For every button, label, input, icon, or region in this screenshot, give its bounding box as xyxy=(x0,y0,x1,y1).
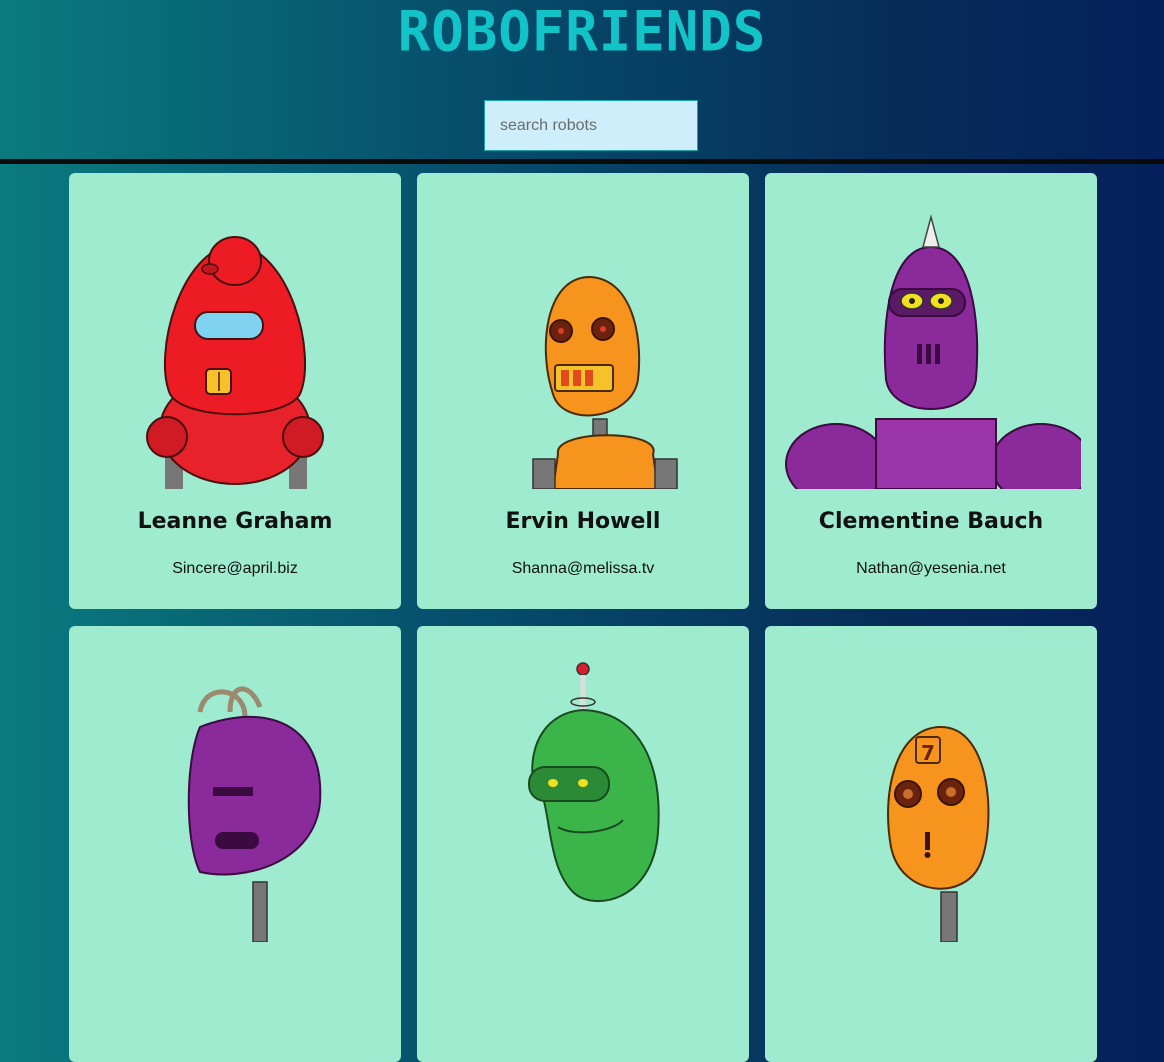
robot-card[interactable]: 7 xyxy=(765,626,1097,1062)
purple-feather-robot-avatar xyxy=(85,642,385,942)
robot-card[interactable]: Clementine Bauch Nathan@yesenia.net xyxy=(765,173,1097,609)
robot-card[interactable]: Leanne Graham Sincere@april.biz xyxy=(69,173,401,609)
robot-name: Leanne Graham xyxy=(137,509,333,534)
robot-email: Nathan@yesenia.net xyxy=(856,560,1006,577)
app-header: ROBOFRIENDS xyxy=(0,0,1164,160)
robot-card[interactable]: Ervin Howell Shanna@melissa.tv xyxy=(417,173,749,609)
orange-robot-avatar xyxy=(433,189,733,489)
robot-email: Shanna@melissa.tv xyxy=(511,560,655,577)
orange-seven-robot-avatar: 7 xyxy=(781,642,1081,942)
purple-robot-avatar xyxy=(781,189,1081,489)
green-antenna-robot-avatar xyxy=(433,642,733,942)
robot-card[interactable] xyxy=(417,626,749,1062)
robot-name: Clementine Bauch xyxy=(818,509,1044,534)
red-robot-avatar xyxy=(85,189,385,489)
robot-card[interactable] xyxy=(69,626,401,1062)
robot-name: Ervin Howell xyxy=(505,509,661,534)
search-input[interactable] xyxy=(484,100,698,151)
app-title: ROBOFRIENDS xyxy=(397,0,767,64)
header-divider xyxy=(0,159,1164,164)
robot-email: Sincere@april.biz xyxy=(172,560,298,577)
svg-text:7: 7 xyxy=(921,741,935,765)
